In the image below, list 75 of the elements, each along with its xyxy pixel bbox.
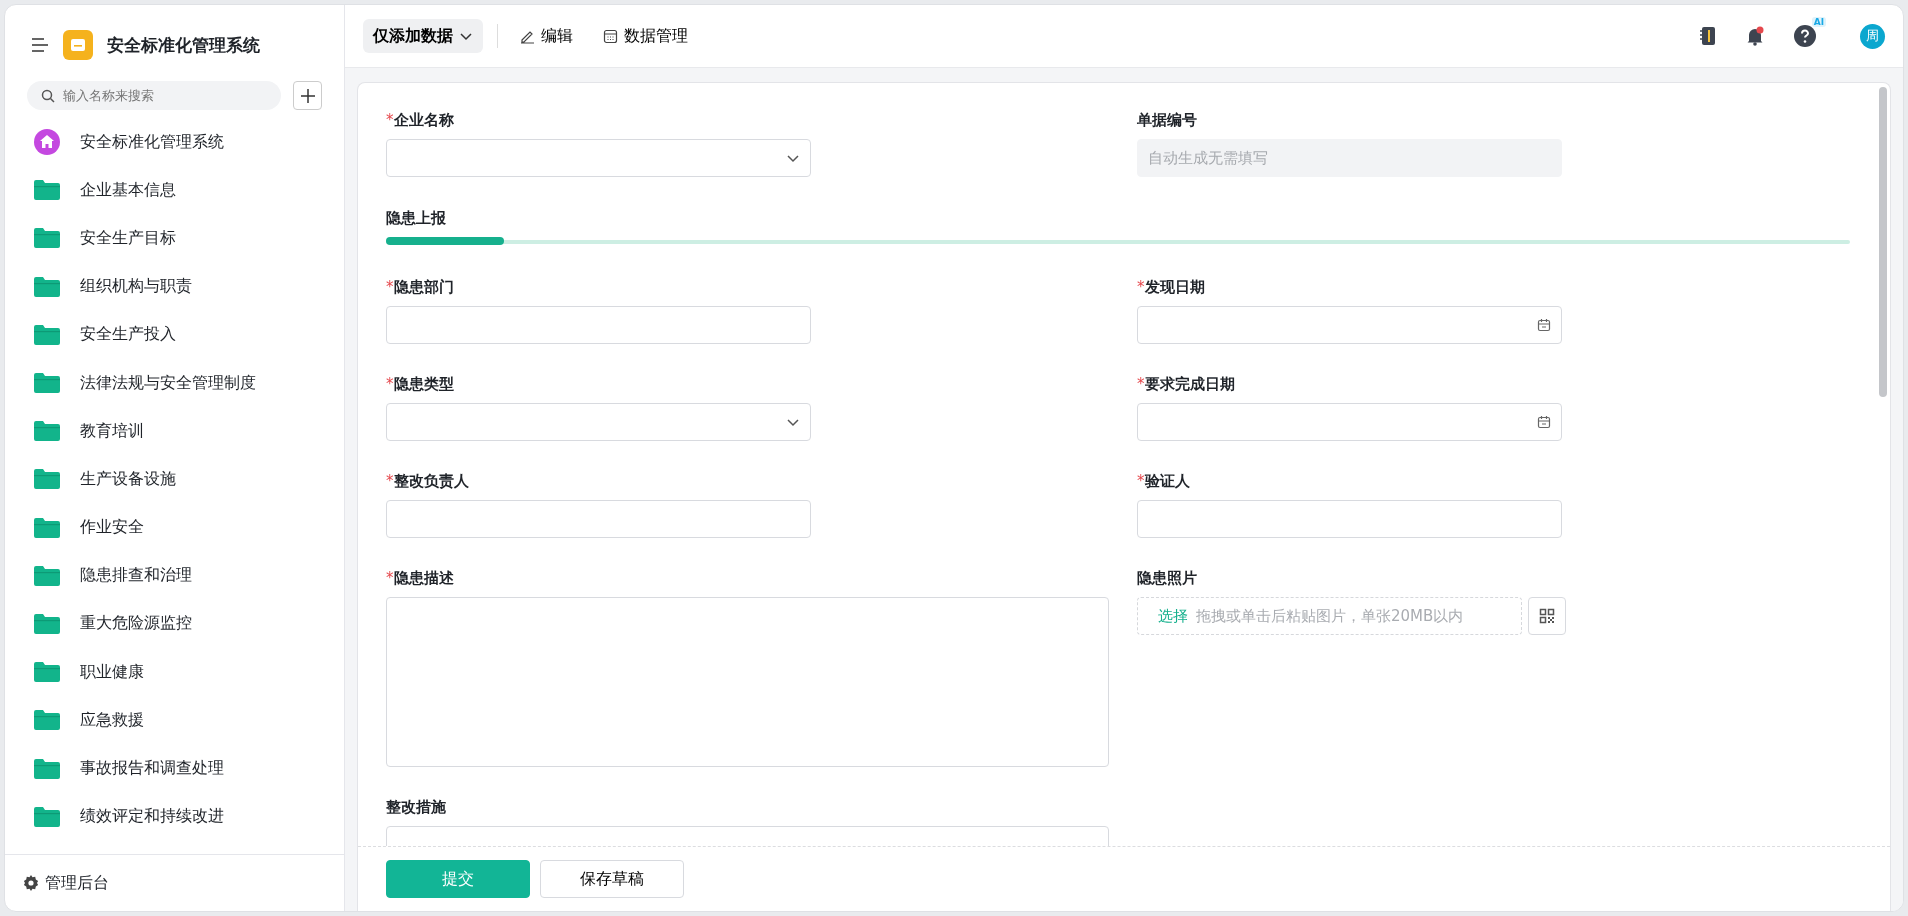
sidebar-item[interactable]: 职业健康 [5,648,344,697]
upload-hint: 拖拽或单击后粘贴图片，单张20MB以内 [1196,606,1464,626]
folder-icon [34,421,60,442]
search-input[interactable]: 输入名称来搜索 [63,81,267,110]
sidebar-item[interactable]: 应急救援 [5,696,344,745]
folder-app-icon [63,30,93,60]
date-field[interactable] [1137,306,1562,344]
field-label: *验证人 [1137,472,1191,492]
toolbar-button[interactable]: 数据管理 [595,25,696,47]
field-label: *隐患部门 [386,278,455,298]
sidebar-item[interactable]: 安全生产投入 [5,310,344,359]
sidebar-item[interactable]: 作业安全 [5,503,344,552]
field-label: 整改措施 [386,798,447,818]
sidebar-item[interactable]: 事故报告和调查处理 [5,744,344,793]
folder-icon [34,662,60,683]
field-label: *要求完成日期 [1137,375,1236,395]
folder-icon [34,228,60,249]
home-icon [34,129,60,156]
folder-icon [34,276,60,297]
save-draft-button[interactable]: 保存草稿 [540,860,684,898]
date-field[interactable] [1137,403,1562,441]
folder-icon [34,758,60,779]
settings-icon [23,875,39,891]
folder-icon [34,517,60,538]
table-icon [603,28,618,44]
field-label: *整改负责人 [386,472,470,492]
folder-icon [34,613,60,634]
textarea-field[interactable] [386,597,1109,767]
folder-icon [34,180,60,201]
field-label: *企业名称 [386,111,455,131]
field-label: 单据编号 [1137,111,1198,131]
help-icon[interactable] [1794,25,1816,47]
menu-icon[interactable] [31,38,49,52]
field-label: *发现日期 [1137,278,1206,298]
section-tab[interactable]: 隐患上报 [386,209,446,240]
text-field[interactable] [386,306,811,344]
sidebar-item[interactable]: 重大危险源监控 [5,599,344,649]
folder-icon [34,806,60,827]
field-label: *隐患类型 [386,375,455,395]
qr-code-button[interactable] [1528,597,1566,635]
search-field[interactable]: 输入名称来搜索 [27,81,281,110]
ai-badge: AI [1811,17,1826,27]
sidebar-item[interactable]: 安全标准化管理系统 [5,118,344,167]
field-label: *隐患描述 [386,569,455,589]
sidebar-item[interactable]: 企业基本信息 [5,166,344,215]
field-label: 隐患照片 [1137,569,1198,589]
mode-dropdown[interactable]: 仅添加数据 [363,19,483,53]
sidebar-item[interactable]: 组织机构与职责 [5,262,344,311]
admin-link[interactable]: 管理后台 [5,854,344,911]
folder-icon [34,324,60,345]
plus-icon [300,88,315,103]
sidebar-item[interactable]: 教育培训 [5,407,344,456]
text-field[interactable] [386,500,811,538]
select-field[interactable] [386,403,811,441]
qr-code-icon [1539,608,1555,624]
folder-icon [34,373,60,394]
sidebar-item[interactable]: 法律法规与安全管理制度 [5,358,344,408]
folder-icon [34,469,60,490]
toolbar-button[interactable]: 编辑 [512,25,581,47]
search-icon [41,88,55,103]
readonly-field: 自动生成无需填写 [1137,139,1562,177]
notification-bell-icon[interactable] [1746,26,1764,46]
folder-icon [34,565,60,586]
sidebar-item[interactable]: 绩效评定和持续改进 [5,792,344,841]
app-title: 安全标准化管理系统 [107,33,260,57]
sidebar-item[interactable]: 安全生产目标 [5,214,344,263]
sidebar-item[interactable]: 隐患排查和治理 [5,551,344,600]
calendar-icon [1537,318,1551,332]
select-field[interactable] [386,139,811,177]
add-button[interactable] [293,81,322,110]
folder-icon [34,710,60,731]
calendar-icon [1537,415,1551,429]
notebook-icon[interactable] [1700,26,1716,46]
text-field[interactable] [1137,500,1562,538]
sidebar-item[interactable]: 生产设备设施 [5,455,344,504]
